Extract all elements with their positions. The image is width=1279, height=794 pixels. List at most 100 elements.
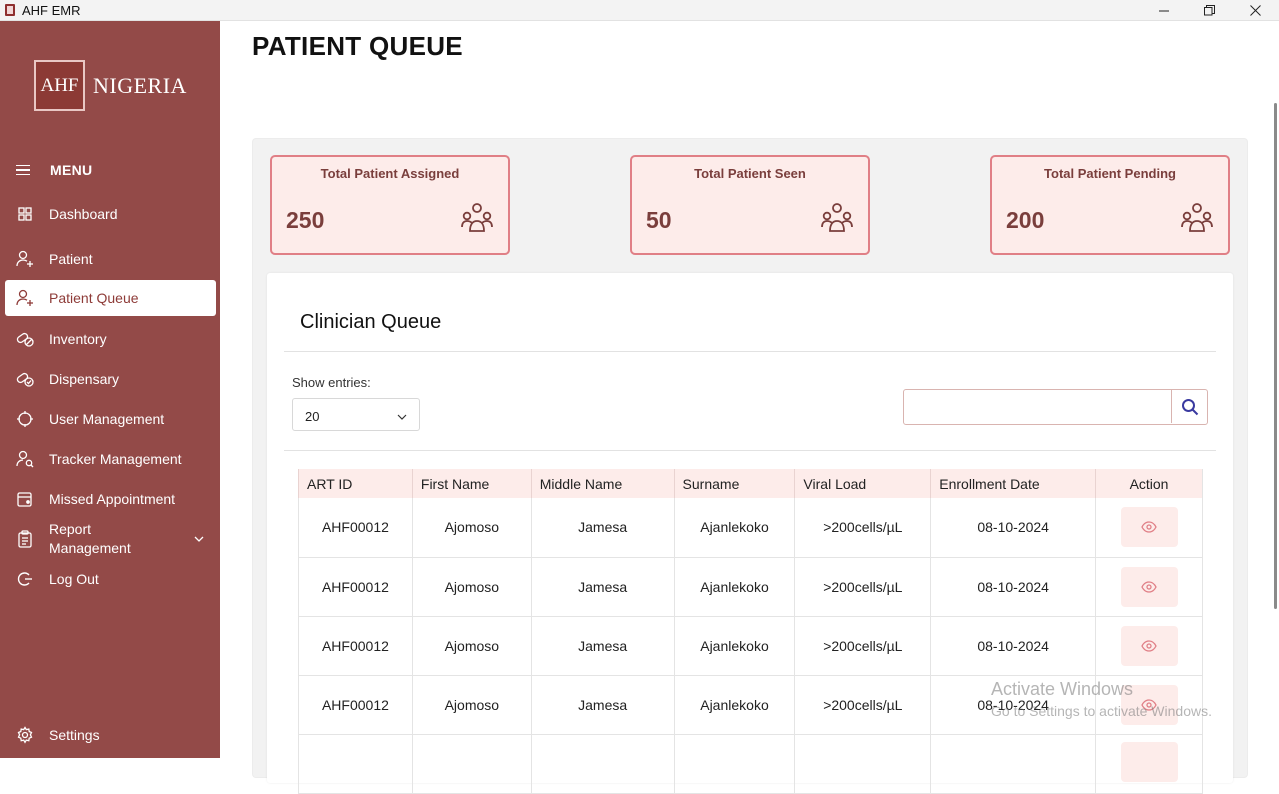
cell-art-id <box>298 734 413 794</box>
cell-viral-load <box>794 734 931 794</box>
calendar-icon <box>16 490 34 508</box>
sidebar-item-tracker-management[interactable]: Tracker Management <box>5 441 216 477</box>
column-header[interactable]: Enrollment Date <box>930 469 1096 498</box>
watermark-title: Activate Windows <box>991 679 1134 699</box>
grid-icon <box>16 205 34 223</box>
sidebar-item-settings[interactable]: Settings <box>5 717 216 753</box>
sidebar-item-report-management[interactable]: Report Management <box>5 519 216 559</box>
cell-surname: Ajanlekoko <box>673 675 795 735</box>
cell-action <box>1095 498 1203 558</box>
cell-first-name <box>411 734 532 794</box>
cell-enrollment-date: 08-10-2024 <box>930 498 1096 558</box>
user-search-icon <box>16 450 34 468</box>
menu-toggle[interactable]: MENU <box>16 162 92 178</box>
cell-viral-load: >200cells/µL <box>794 616 931 676</box>
sidebar-item-label: Settings <box>49 727 100 743</box>
show-entries-label: Show entries: <box>292 375 371 390</box>
entries-value: 20 <box>305 409 320 424</box>
cell-enrollment-date: 08-10-2024 <box>930 616 1096 676</box>
column-header[interactable]: First Name <box>411 469 532 498</box>
sidebar-item-label: Patient <box>49 251 93 267</box>
logo-mark: AHF <box>34 60 85 111</box>
close-icon <box>1249 5 1261 16</box>
stat-card-pending: Total Patient Pending 200 <box>990 155 1230 255</box>
window-title: AHF EMR <box>22 3 81 18</box>
cell-first-name: Ajomoso <box>411 675 532 735</box>
sidebar-item-label: Dashboard <box>49 206 118 222</box>
user-add-icon <box>16 250 34 268</box>
cell-surname: Ajanlekoko <box>673 498 795 558</box>
menu-label: MENU <box>50 162 93 178</box>
view-button[interactable] <box>1120 742 1178 782</box>
people-group-icon <box>1180 201 1214 240</box>
vertical-scrollbar[interactable] <box>1274 103 1277 609</box>
page-title: PATIENT QUEUE <box>252 31 463 61</box>
cell-surname <box>673 734 795 794</box>
sidebar-item-inventory[interactable]: Inventory <box>5 321 216 357</box>
cell-art-id: AHF00012 <box>298 498 413 558</box>
chevron-down-icon <box>397 410 407 425</box>
sidebar-item-label: Log Out <box>49 571 99 587</box>
stat-value: 50 <box>646 207 672 233</box>
target-icon <box>16 410 34 428</box>
table-row: AHF00012 Ajomoso Jamesa Ajanlekoko >200c… <box>298 616 1203 676</box>
cell-enrollment-date <box>930 734 1096 794</box>
cell-viral-load: >200cells/µL <box>794 675 931 735</box>
maximize-button[interactable] <box>1186 0 1232 21</box>
restore-icon <box>1203 5 1215 16</box>
logout-icon <box>16 570 34 588</box>
sidebar-item-patient-queue[interactable]: Patient Queue <box>5 280 216 316</box>
sidebar-item-label: Inventory <box>49 331 107 347</box>
cell-first-name: Ajomoso <box>411 557 532 617</box>
watermark-subtitle: Go to Settings to activate Windows. <box>991 703 1212 719</box>
view-button[interactable] <box>1120 566 1178 607</box>
view-button[interactable] <box>1120 507 1178 548</box>
sidebar-item-log-out[interactable]: Log Out <box>5 561 216 597</box>
stat-value: 250 <box>286 207 325 233</box>
column-header: Action <box>1095 469 1203 498</box>
sidebar-item-dispensary[interactable]: Dispensary <box>5 361 216 397</box>
cell-art-id: AHF00012 <box>298 675 413 735</box>
cell-first-name: Ajomoso <box>411 498 532 558</box>
table-row: AHF00012 Ajomoso Jamesa Ajanlekoko >200c… <box>298 557 1203 617</box>
search-input[interactable] <box>903 389 1208 425</box>
sidebar-item-dashboard[interactable]: Dashboard <box>5 196 216 232</box>
close-button[interactable] <box>1232 0 1278 21</box>
sidebar-item-label: Report Management <box>49 521 131 556</box>
minimize-icon <box>1158 10 1169 12</box>
cell-art-id: AHF00012 <box>298 557 413 617</box>
column-header[interactable]: Middle Name <box>530 469 675 498</box>
gear-icon <box>16 726 34 744</box>
cell-surname: Ajanlekoko <box>673 557 795 617</box>
main-content: PATIENT QUEUE Total Patient Assigned 250… <box>220 21 1279 794</box>
cell-middle-name <box>530 734 675 794</box>
chevron-down-icon <box>194 530 204 549</box>
entries-select[interactable]: 20 <box>292 398 420 431</box>
eye-icon <box>1141 580 1157 593</box>
user-add-icon <box>16 289 34 307</box>
people-group-icon <box>820 201 854 240</box>
clipboard-icon <box>16 530 34 548</box>
cell-viral-load: >200cells/µL <box>794 498 931 558</box>
hamburger-icon <box>16 165 30 175</box>
ahf-logo: AHF NIGERIA <box>34 60 187 111</box>
column-header[interactable]: Viral Load <box>794 469 931 498</box>
view-button[interactable] <box>1120 625 1178 666</box>
sidebar-item-label: Tracker Management <box>49 451 182 467</box>
minimize-button[interactable] <box>1141 0 1187 21</box>
table-row <box>298 734 1203 794</box>
sidebar-item-user-management[interactable]: User Management <box>5 401 216 437</box>
table-row: AHF00012 Ajomoso Jamesa Ajanlekoko >200c… <box>298 498 1203 558</box>
sidebar-item-missed-appointment[interactable]: Missed Appointment <box>5 481 216 517</box>
pills-icon <box>16 330 34 348</box>
stat-value: 200 <box>1006 207 1045 233</box>
column-header[interactable]: ART ID <box>298 469 413 498</box>
cell-action <box>1095 734 1203 794</box>
sidebar-item-label: Missed Appointment <box>49 491 176 507</box>
divider <box>284 450 1216 451</box>
sidebar-item-patient[interactable]: Patient <box>5 241 216 277</box>
search-button[interactable] <box>1171 390 1207 423</box>
logo-text: NIGERIA <box>93 72 187 98</box>
column-header[interactable]: Surname <box>673 469 795 498</box>
table-header-row: ART ID First Name Middle Name Surname Vi… <box>298 469 1203 498</box>
